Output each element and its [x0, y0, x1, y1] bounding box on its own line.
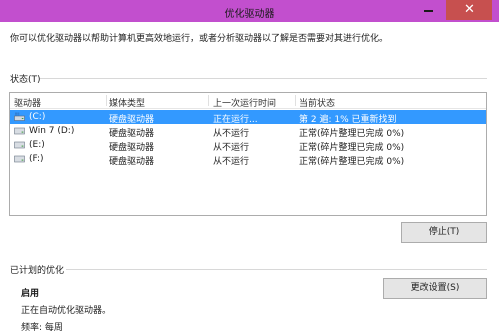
drive-row-f[interactable]: (F:) 硬盘驱动器 从不运行 正常(碎片整理已完成 0%) — [10, 152, 486, 167]
schedule-description: 正在自动优化驱动器。 — [21, 306, 112, 316]
column-separator[interactable] — [208, 95, 209, 106]
drive-row-d[interactable]: Win 7 (D:) 硬盘驱动器 从不运行 正常(碎片整理已完成 0%) — [10, 124, 486, 139]
schedule-status: 启用 — [21, 289, 40, 299]
drive-name: (F:) — [29, 154, 44, 164]
drive-list-header: 驱动器 媒体类型 上一次运行时间 当前状态 — [10, 93, 486, 109]
media-type: 硬盘驱动器 — [109, 157, 155, 167]
schedule-section-label: 已计划的优化 — [10, 266, 65, 276]
close-button[interactable]: ✕ — [446, 0, 492, 20]
column-header-drive[interactable]: 驱动器 — [14, 96, 41, 109]
hard-drive-icon — [14, 155, 25, 163]
status-section-label: 状态(T) — [10, 75, 41, 85]
schedule-section-divider — [66, 269, 487, 270]
column-header-last-run[interactable]: 上一次运行时间 — [213, 96, 276, 109]
description-text: 你可以优化驱动器以帮助计算机更高效地运行，或者分析驱动器以了解是否需要对其进行优… — [10, 34, 389, 44]
drive-name: Win 7 (D:) — [29, 126, 75, 136]
change-settings-button[interactable]: 更改设置(S) — [383, 278, 487, 299]
minimize-button[interactable] — [415, 0, 441, 20]
drive-name: (C:) — [29, 112, 46, 122]
drive-row-e[interactable]: (E:) 硬盘驱动器 从不运行 正常(碎片整理已完成 0%) — [10, 138, 486, 153]
current-status: 正常(碎片整理已完成 0%) — [299, 157, 405, 167]
last-run-time: 从不运行 — [213, 157, 250, 167]
drive-list[interactable]: 驱动器 媒体类型 上一次运行时间 当前状态 (C:) 硬盘驱动器 正在运行...… — [9, 92, 487, 216]
schedule-frequency: 频率: 每周 — [21, 323, 63, 333]
status-section-divider — [40, 78, 487, 79]
stop-button[interactable]: 停止(T) — [401, 222, 487, 243]
column-header-media-type[interactable]: 媒体类型 — [109, 96, 145, 109]
close-icon: ✕ — [464, 2, 475, 17]
column-separator[interactable] — [295, 95, 296, 106]
drive-row-c[interactable]: (C:) 硬盘驱动器 正在运行... 第 2 遍: 1% 已重新找到 — [10, 110, 486, 125]
column-separator[interactable] — [106, 95, 107, 106]
title-bar: 优化驱动器 ✕ — [0, 0, 499, 22]
drive-name: (E:) — [29, 140, 45, 150]
column-header-current-status[interactable]: 当前状态 — [299, 96, 335, 109]
windows-drive-icon — [14, 112, 25, 121]
hard-drive-icon — [14, 141, 25, 149]
hard-drive-icon — [14, 127, 25, 135]
